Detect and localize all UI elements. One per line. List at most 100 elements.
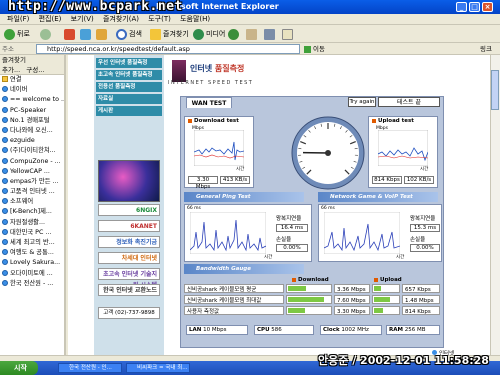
favorite-item[interactable]: 자원절생활...: [0, 218, 64, 228]
search-button[interactable]: 검색: [116, 28, 142, 40]
favorite-label: 여행도 & 공통...: [10, 249, 54, 257]
clock-info: Clock 1002 MHz: [320, 325, 382, 335]
favorite-label: 소프웨어: [10, 198, 34, 206]
favorite-item[interactable]: empas가 만든 ...: [0, 177, 64, 187]
menu-view[interactable]: 보기(V): [71, 15, 94, 23]
sponsor-banner[interactable]: 한국 인터넷 교환노드: [98, 284, 160, 296]
favorite-label: YellowCAP ...: [10, 167, 50, 175]
favorite-label: 연결: [10, 76, 22, 83]
favorites-button[interactable]: 즐겨찾기: [150, 28, 189, 40]
menu-tools[interactable]: 도구(T): [148, 15, 171, 23]
search-icon: [116, 28, 127, 40]
favorite-item[interactable]: 네이버: [0, 85, 64, 95]
page-icon: [2, 249, 8, 256]
site-subtitle: INTERNET SPEED TEST: [168, 80, 254, 86]
bandwidth-row: 신비공shark 케이블모뎀 평균 3.36 Mbps 657 Kbps: [184, 284, 440, 294]
upload-title: Upload test: [372, 118, 414, 124]
maximize-button[interactable]: □: [469, 2, 480, 12]
favorite-label: No.1 경매포털: [10, 116, 50, 124]
favorite-item[interactable]: 대한민국 PC ...: [0, 228, 64, 238]
taskbar-item-bcpark[interactable]: 비씨파크 = 국내 최...: [126, 363, 190, 373]
menu-file[interactable]: 파일(F): [7, 15, 29, 23]
nav-item[interactable]: 우선 인터넷 품질측정: [96, 58, 162, 68]
ping-test-header: General Ping Test: [184, 192, 304, 202]
upload-value: 657 Kbps: [402, 284, 440, 293]
favorite-item[interactable]: 소프웨어: [0, 197, 64, 207]
home-button[interactable]: [96, 28, 109, 40]
favorite-item[interactable]: [K-Bench]제...: [0, 207, 64, 217]
nav-item[interactable]: 초고속 인터넷 품질측정: [96, 70, 162, 80]
page-icon: [2, 218, 8, 225]
mail-button[interactable]: [246, 28, 259, 40]
refresh-icon: [80, 28, 91, 40]
site-logo: [172, 60, 186, 82]
favorite-label: 고품격 인터넷 ...: [10, 188, 55, 196]
favorite-item[interactable]: (주)다이티한쳐...: [0, 146, 64, 156]
favorite-item[interactable]: 연결: [0, 75, 64, 85]
print-button[interactable]: [264, 28, 277, 40]
menu-favorites[interactable]: 즐겨찾기(A): [103, 15, 139, 23]
favorite-item[interactable]: == welcome to ...: [0, 95, 64, 105]
upload-bar-fill: [374, 286, 382, 291]
back-button[interactable]: 뒤로: [4, 28, 30, 40]
minimize-button[interactable]: _: [456, 2, 467, 12]
forward-button[interactable]: [40, 28, 53, 40]
upload-time-label: 시간: [420, 167, 429, 172]
voip-delay-label: 왕복지연율: [410, 216, 436, 222]
favorite-item[interactable]: 한국 전산원 - ...: [0, 279, 64, 289]
download-mbps-value: 3.30 Mbps: [188, 176, 218, 190]
organize-favorites-button[interactable]: 구성...: [26, 66, 44, 74]
bandwidth-row: 신비공shark 케이블모뎀 최대값 7.60 Mbps 1.48 Mbps: [184, 295, 440, 305]
add-favorite-button[interactable]: 추가...: [2, 66, 20, 74]
start-button[interactable]: 시작: [0, 361, 38, 375]
download-value: 3.36 Mbps: [334, 284, 370, 293]
edit-button[interactable]: [282, 28, 295, 40]
scrollbar-thumb[interactable]: [491, 70, 499, 110]
page-icon: [2, 198, 8, 205]
favorite-item[interactable]: CompuZone - ...: [0, 157, 64, 167]
menu-help[interactable]: 도움말(H): [180, 15, 210, 23]
timestamp-overlay: 안응준 / 2002-12-01 11:58:28: [318, 354, 489, 367]
favorite-item[interactable]: 오다이미토에 ...: [0, 269, 64, 279]
taskbar-item-nca[interactable]: 한국 전산원 - 인...: [58, 363, 122, 373]
voip-test-header: Network Game & VoIP Test: [318, 192, 438, 202]
edit-icon: [282, 28, 293, 40]
go-button[interactable]: 이동: [304, 44, 325, 54]
favorite-label: empas가 만든 ...: [10, 177, 59, 185]
stop-button[interactable]: [64, 28, 77, 40]
refresh-button[interactable]: [80, 28, 93, 40]
favorite-label: 오다이미토에 ...: [10, 269, 53, 277]
tab-wan-test[interactable]: WAN TEST: [186, 97, 232, 108]
page-icon: [2, 137, 8, 144]
sponsor-banner[interactable]: 6KANET: [98, 220, 160, 232]
favorite-item[interactable]: ezguide: [0, 136, 64, 146]
favorite-label: 다나와에 오신...: [10, 126, 53, 134]
favorite-item[interactable]: 세계 최고의 반...: [0, 238, 64, 248]
upload-value: 1.48 Mbps: [402, 295, 440, 304]
links-button[interactable]: 링크: [480, 44, 492, 54]
sponsor-banner[interactable]: 정보화 촉진기금: [98, 236, 160, 248]
sponsor-banner[interactable]: 차세대 인터넷: [98, 252, 160, 264]
favorite-label: CompuZone - ...: [10, 157, 61, 165]
sponsor-banner[interactable]: 6NGIX: [98, 204, 160, 216]
close-button[interactable]: ×: [482, 2, 493, 12]
nav-item[interactable]: 전용선 품질측정: [96, 82, 162, 92]
nav-item[interactable]: 자료실: [96, 94, 162, 104]
favorite-item[interactable]: Lovely Sakura...: [0, 258, 64, 268]
favorite-item[interactable]: YellowCAP ...: [0, 167, 64, 177]
try-again-button[interactable]: Try again: [348, 97, 376, 107]
favorite-item[interactable]: 다나와에 오신...: [0, 126, 64, 136]
address-input[interactable]: http://speed.nca.or.kr/speedtest/default…: [36, 44, 300, 54]
favorite-item[interactable]: PC-Speaker: [0, 106, 64, 116]
sponsor-banner[interactable]: 초고속 인터넷 기술지원 시스템: [98, 268, 160, 289]
history-button[interactable]: [228, 28, 241, 40]
nav-item[interactable]: 게시판: [96, 106, 162, 116]
favorite-item[interactable]: No.1 경매포털: [0, 116, 64, 126]
media-button[interactable]: 미디어: [193, 28, 225, 40]
favorite-item[interactable]: 고품격 인터넷 ...: [0, 187, 64, 197]
favorite-item[interactable]: 여행도 & 공통...: [0, 248, 64, 258]
address-label: 주소: [2, 45, 14, 53]
favorite-label: 한국 전산원 - ...: [10, 279, 54, 287]
page-icon: [2, 269, 8, 276]
menu-edit[interactable]: 편집(E): [39, 15, 62, 23]
